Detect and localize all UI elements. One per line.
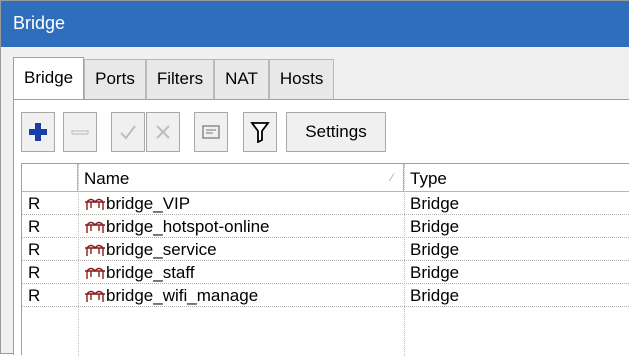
row-name: bridge_VIP [84, 192, 190, 215]
row-name: bridge_wifi_manage [84, 284, 258, 307]
x-icon [156, 125, 170, 139]
bridge-icon [85, 290, 105, 302]
table-row[interactable]: R bridge_hotspot-online Bridge [22, 215, 629, 238]
bridge-icon [85, 267, 105, 279]
row-name-text: bridge_hotspot-online [106, 217, 270, 236]
window-title: Bridge [13, 13, 66, 33]
row-flag: R [28, 286, 41, 305]
add-button[interactable] [21, 112, 55, 152]
row-flag: R [28, 217, 41, 236]
column-type[interactable]: Type [404, 164, 629, 191]
disable-button[interactable] [146, 112, 180, 152]
row-name-text: bridge_service [106, 240, 217, 259]
tab-ports[interactable]: Ports [84, 59, 146, 99]
row-name-text: bridge_VIP [106, 194, 191, 213]
row-name: bridge_staff [84, 261, 195, 284]
table-row[interactable]: R bridge_staff Bridge [22, 261, 629, 284]
enable-button[interactable] [111, 112, 145, 152]
bridge-icon [85, 198, 105, 210]
remove-button[interactable] [63, 112, 97, 152]
comment-icon [202, 125, 220, 139]
tab-bridge[interactable]: Bridge [13, 57, 85, 99]
column-flags[interactable] [22, 164, 78, 191]
column-name[interactable]: Name ⁄ [78, 164, 404, 191]
sort-indicator-icon: ⁄ [391, 172, 393, 184]
row-name-text: bridge_wifi_manage [106, 286, 259, 305]
minus-icon [71, 130, 89, 135]
window-titlebar[interactable]: Bridge [1, 1, 629, 47]
row-type: Bridge [410, 263, 460, 282]
bridge-window: Bridge Bridge Ports Filters NAT Hosts Se… [0, 0, 629, 356]
bridge-table: Name ⁄ Type R bridge_VIP Bridge R bridge… [21, 163, 629, 356]
filter-icon [250, 122, 270, 143]
row-name: bridge_service [84, 238, 217, 261]
comment-button[interactable] [194, 112, 228, 152]
table-row[interactable]: R bridge_wifi_manage Bridge [22, 284, 629, 307]
bridge-icon [85, 244, 105, 256]
bridge-icon [85, 221, 105, 233]
column-divider [78, 164, 79, 356]
plus-icon [29, 123, 47, 141]
row-flag: R [28, 240, 41, 259]
row-flag: R [28, 263, 41, 282]
table-row[interactable]: R bridge_service Bridge [22, 238, 629, 261]
settings-button[interactable]: Settings [286, 112, 386, 152]
row-name-text: bridge_staff [106, 263, 195, 282]
table-header: Name ⁄ Type [22, 164, 629, 192]
column-name-label: Name [84, 169, 130, 188]
row-type: Bridge [410, 194, 460, 213]
row-type: Bridge [410, 286, 460, 305]
filter-button[interactable] [243, 112, 277, 152]
row-type: Bridge [410, 217, 460, 236]
tab-bar: Bridge Ports Filters NAT Hosts [13, 57, 335, 99]
tab-nat[interactable]: NAT [214, 59, 269, 99]
row-flag: R [28, 194, 41, 213]
row-type: Bridge [410, 240, 460, 259]
row-name: bridge_hotspot-online [84, 215, 270, 238]
column-divider [404, 164, 405, 356]
check-icon [120, 125, 136, 140]
tab-hosts[interactable]: Hosts [268, 59, 335, 99]
tab-filters[interactable]: Filters [145, 59, 215, 99]
table-row[interactable]: R bridge_VIP Bridge [22, 192, 629, 215]
